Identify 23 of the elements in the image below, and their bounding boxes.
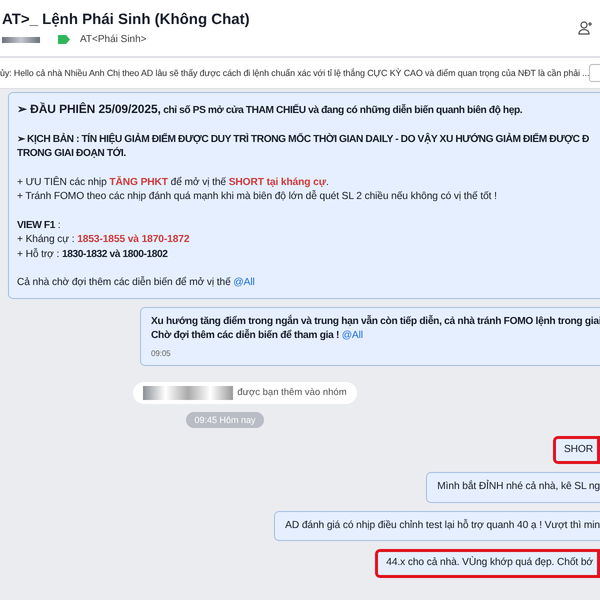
- message-line: + ƯU TIÊN các nhịp TĂNG PHKT để mở vị thế SHORT tại kháng cự.: [17, 176, 330, 190]
- message-line: Cả nhà chờ đợi thêm các diễn biến để mở vị thế @All: [17, 276, 256, 290]
- message-line: AD đánh giá có nhịp điều chỉnh test lại hỗ trợ quanh 40 ạ ! Vượt thì min: [285, 518, 600, 532]
- message-line: TRONG GIAI ĐOẠN TỚI.: [17, 147, 127, 161]
- message-line: VIEW F1 :: [17, 218, 62, 232]
- blurred-placeholder: [2, 36, 40, 42]
- group-tag[interactable]: AT<Phái Sinh>: [80, 34, 147, 45]
- message-line: SHOR: [564, 442, 593, 456]
- message-line: Chờ đợi thêm các diễn biến để tham gia ! @All: [151, 329, 364, 343]
- message-line: Mình bắt ĐỈNH nhé cả nhà, kê SL ng: [437, 480, 600, 494]
- message-line: + Hỗ trợ : 1830-1832 và 1800-1802: [17, 248, 169, 262]
- timestamp-badge: 09:45 Hôm nay: [186, 412, 264, 428]
- system-text: được bạn thêm vào nhóm: [237, 387, 347, 398]
- message-line: ➢ KỊCH BẢN : TÍN HIỆU GIẢM ĐIỂM ĐƯỢC DUY TRÌ TRONG MỐC THỜI GIAN DAILY - DO VẬY XU HƯỚNG GIẢM ĐIỂM ĐƯỢC Đ: [17, 132, 590, 146]
- message-line: 44.x cho cả nhà. VÙng khớp quá đẹp. Chốt bớ: [386, 556, 593, 570]
- message-line: ➢ ĐẦU PHIÊN 25/09/2025, chỉ số PS mở cửa THAM CHIẾU và đang có những diễn biến quanh biên độ hẹp.: [17, 102, 524, 118]
- message-time: 09:05: [151, 348, 172, 358]
- pinned-toggle-button[interactable]: [589, 64, 600, 82]
- message-line: + Tránh FOMO theo các nhịp đánh quá mạnh khi mà biên độ lớn dễ quét SL 2 chiều nếu không có vị thế tốt !: [17, 190, 498, 204]
- message-line: + Kháng cự : 1853-1855 và 1870-1872: [17, 233, 190, 247]
- chat-title: AT>_ Lệnh Phái Sinh (Không Chat): [2, 11, 250, 28]
- add-member-icon[interactable]: [578, 20, 594, 36]
- tag-icon: [58, 35, 70, 44]
